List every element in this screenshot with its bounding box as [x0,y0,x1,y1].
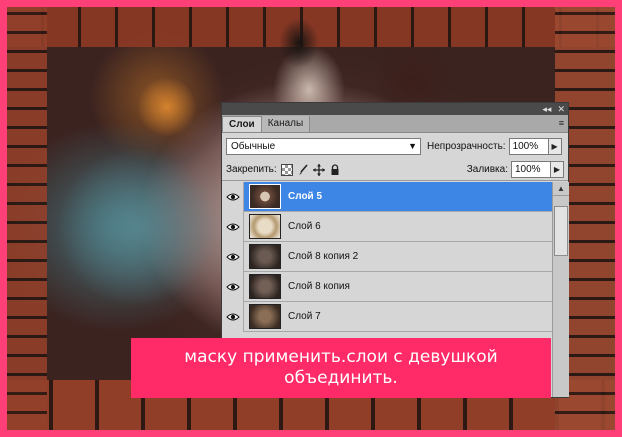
chevron-down-icon: ▼ [408,140,417,151]
blend-row: Обычные ▼ Непрозрачность: 100% ▶ [222,133,568,159]
layers-scrollbar[interactable]: ▲ [552,182,569,397]
layer-row[interactable]: Слой 5 [222,181,552,212]
brick-wall-left [7,7,47,430]
lock-row: Закрепить: Заливка: 100% ▶ [222,159,568,181]
scroll-thumb[interactable] [554,206,568,256]
layer-thumbnail [249,244,281,269]
fill-label: Заливка: [466,164,508,175]
teal-texture [57,147,217,307]
layer-thumbnail [249,214,281,239]
collapse-icon[interactable]: ◂◂ [542,103,551,115]
blend-mode-select[interactable]: Обычные ▼ [226,137,421,155]
layers-list: Слой 5 Слой 6 Слой 8 копия 2 Слой 8 копи… [222,181,552,332]
layer-name: Слой 8 копия [288,281,350,292]
lock-icon[interactable] [329,163,341,176]
panel-title-strip: ◂◂ ✕ [222,103,568,115]
opacity-slider-button[interactable]: ▶ [548,137,562,155]
layer-row[interactable]: Слой 6 [222,211,552,242]
layer-name: Слой 8 копия 2 [288,251,359,262]
tab-channels[interactable]: Каналы [261,116,311,132]
layer-row[interactable]: Слой 8 копия [222,271,552,302]
panel-menu-icon[interactable]: ≡ [559,118,564,128]
caption-text: маску применить.слои с девушкой объедини… [184,347,498,388]
layer-name: Слой 6 [288,221,321,232]
lock-label: Закрепить: [226,164,277,175]
layer-thumbnail [249,304,281,329]
fill-slider-button[interactable]: ▶ [551,161,564,178]
layer-name: Слой 7 [288,311,321,322]
layer-row[interactable]: Слой 8 копия 2 [222,241,552,272]
orange-splatter [137,77,197,137]
lock-transparent-icon[interactable] [280,163,293,176]
layer-thumbnail [249,184,281,209]
layer-name: Слой 5 [288,191,323,202]
blend-mode-value: Обычные [231,140,276,152]
eye-icon[interactable] [222,241,244,272]
close-icon[interactable]: ✕ [557,103,565,115]
move-icon[interactable] [312,163,325,176]
brush-icon[interactable] [297,163,309,176]
panel-tabs: Слои Каналы ≡ [222,115,568,133]
eye-icon[interactable] [222,301,244,332]
scroll-up-icon[interactable]: ▲ [553,182,569,196]
eye-icon[interactable] [222,181,244,212]
layer-row[interactable]: Слой 7 [222,301,552,332]
woman-figure [269,15,349,115]
opacity-label: Непрозрачность: [427,140,506,152]
eye-icon[interactable] [222,211,244,242]
eye-icon[interactable] [222,271,244,302]
tab-layers[interactable]: Слои [222,116,262,132]
fill-input[interactable]: 100% [511,161,551,178]
opacity-input[interactable]: 100% [508,137,549,155]
caption-banner: маску применить.слои с девушкой объедини… [131,338,551,398]
layer-thumbnail [249,274,281,299]
